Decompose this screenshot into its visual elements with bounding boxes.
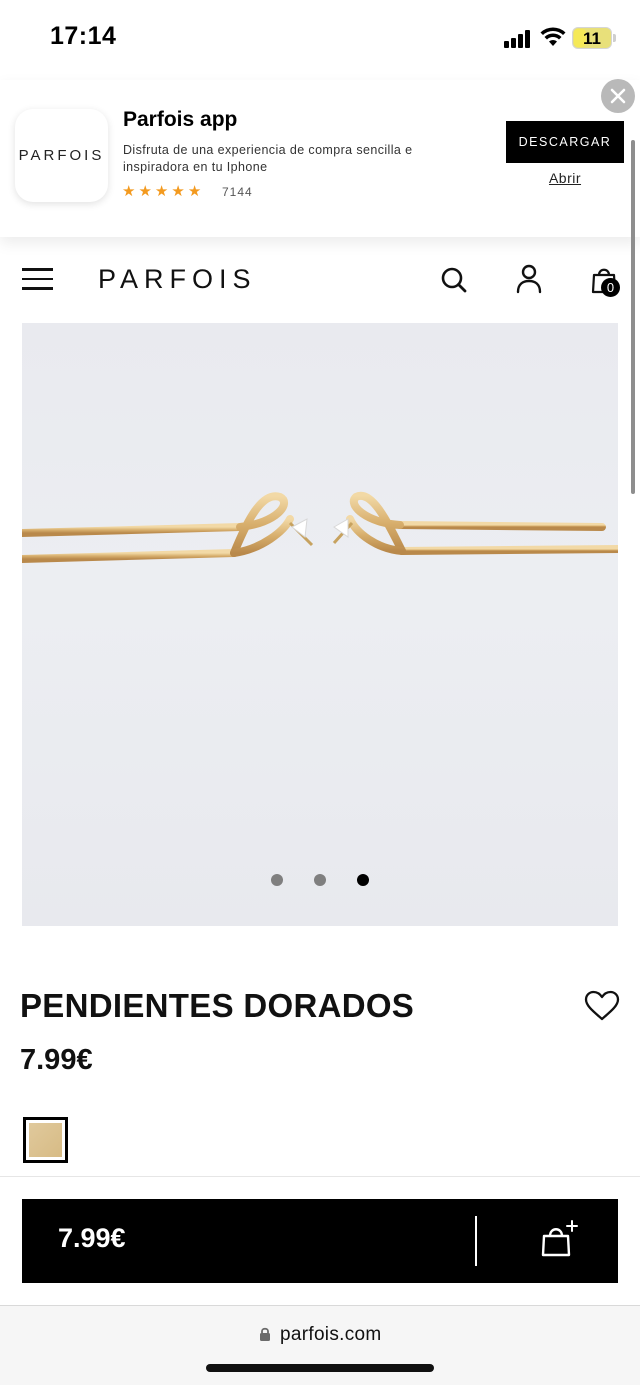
app-name: Parfois app (123, 108, 238, 131)
download-label: DESCARGAR (518, 135, 612, 149)
rating-count: 7144 (222, 185, 253, 199)
carousel-dots (0, 874, 640, 888)
heart-icon[interactable] (584, 990, 620, 1022)
close-banner-button[interactable] (601, 79, 635, 113)
site-header (0, 240, 640, 320)
carousel-dot[interactable] (271, 874, 283, 886)
cart-bar-separator (475, 1216, 477, 1266)
star-icon: ★ (154, 183, 172, 200)
carousel-dot[interactable] (314, 874, 326, 886)
app-icon-logo: PARFOIS (18, 147, 105, 164)
app-description: Disfruta de una experiencia de compra se… (123, 143, 413, 174)
url-text[interactable]: parfois.com (280, 1324, 382, 1346)
open-app-link[interactable]: Abrir (506, 170, 624, 186)
star-icon: ★ (122, 183, 139, 200)
status-time: 17:14 (50, 22, 117, 50)
cellular-signal-icon (504, 30, 534, 48)
hamburger-icon[interactable] (22, 268, 53, 290)
product-title: PENDIENTES DORADOS (20, 987, 415, 1024)
color-swatch-gold[interactable] (23, 1117, 68, 1163)
product-image[interactable] (22, 323, 618, 926)
close-icon (610, 88, 626, 104)
site-logo[interactable]: PARFOIS (98, 264, 257, 295)
add-to-bag-icon[interactable] (540, 1219, 580, 1259)
battery-icon: 11 (572, 27, 612, 49)
bag-count-badge: 0 (601, 278, 620, 297)
download-app-button[interactable]: DESCARGAR (506, 121, 624, 163)
star-icon: ★ (138, 183, 155, 200)
battery-level: 11 (583, 29, 601, 48)
search-icon[interactable] (440, 266, 468, 294)
star-icon: ★ (171, 183, 188, 200)
status-bar: 17:14 11 (0, 0, 640, 78)
app-icon[interactable]: PARFOIS (15, 109, 108, 202)
wifi-icon (540, 27, 566, 46)
carousel-dot-active[interactable] (357, 874, 369, 886)
rating-stars: ★★★★★ (122, 182, 204, 200)
cart-bar-price: 7.99€ (58, 1223, 126, 1253)
product-price: 7.99€ (20, 1044, 93, 1076)
home-indicator[interactable] (206, 1364, 434, 1372)
add-to-cart-bar[interactable]: 7.99€ (22, 1199, 618, 1283)
star-icon: ★ (187, 183, 205, 200)
lock-icon (260, 1327, 270, 1341)
user-icon[interactable] (515, 264, 543, 294)
battery-nub (613, 34, 616, 42)
color-swatch-fill (29, 1123, 62, 1157)
gold-earrings-illustration (22, 491, 618, 563)
divider (0, 1176, 640, 1177)
